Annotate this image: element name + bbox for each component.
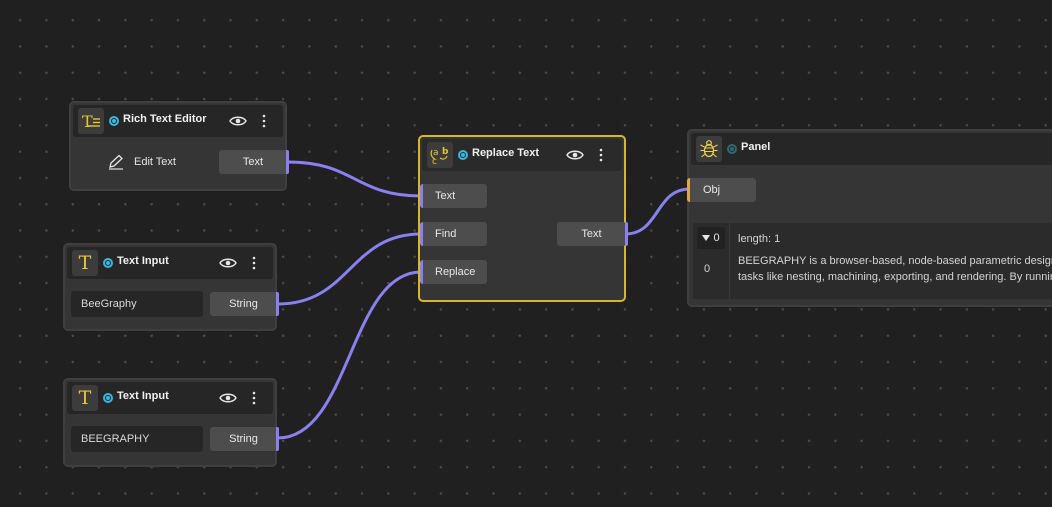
text-output-port[interactable]: Text	[219, 150, 289, 174]
vertical-dots-icon[interactable]	[261, 114, 267, 128]
port-label: Text	[581, 228, 602, 240]
letter-t-icon: T	[72, 250, 98, 276]
length-label: length: 1	[738, 233, 781, 245]
edit-text-label: Edit Text	[134, 156, 176, 168]
port-label: Text	[435, 190, 456, 202]
vertical-dots-icon[interactable]	[251, 391, 257, 405]
vertical-dots-icon[interactable]	[251, 256, 257, 270]
wire-text-input-2-to-replace	[276, 270, 423, 440]
text-input-field[interactable]: BEEGRAPHY	[71, 426, 203, 452]
replace-input-port[interactable]: Replace	[420, 260, 487, 284]
panel-node[interactable]: Panel Obj 0 length: 1 0 BEEGRAPHY is a b…	[687, 129, 1052, 307]
port-label: String	[229, 433, 258, 445]
pencil-icon	[109, 154, 123, 170]
text-input-port[interactable]: Text	[420, 184, 487, 208]
node-header[interactable]: Panel	[691, 133, 1052, 165]
text-input-field[interactable]: BeeGraphy	[71, 291, 203, 317]
bug-icon	[696, 136, 722, 162]
port-label: Text	[242, 156, 264, 168]
output-handle[interactable]	[276, 427, 279, 451]
obj-input-port[interactable]: Obj	[687, 178, 756, 202]
svg-text:T: T	[82, 112, 93, 131]
edit-text-button[interactable]: Edit Text	[107, 153, 176, 171]
text-lines-icon: T	[78, 108, 104, 134]
collapse-toggle[interactable]: 0	[697, 227, 725, 249]
output-handle[interactable]	[625, 222, 628, 246]
node-title: Rich Text Editor	[123, 113, 207, 125]
abc-replace-icon: a b c	[427, 142, 453, 168]
eye-icon[interactable]	[219, 256, 237, 270]
output-handle[interactable]	[286, 150, 289, 174]
wire-rich-text-to-text	[286, 160, 423, 198]
row-index: 0	[704, 263, 711, 275]
caret-down-icon	[702, 235, 711, 241]
output-handle[interactable]	[276, 292, 279, 316]
port-label: String	[229, 298, 258, 310]
status-indicator	[103, 258, 113, 268]
replace-text-node[interactable]: a b c Replace Text Text Find Replace Tex…	[418, 135, 628, 302]
port-label: Replace	[435, 266, 476, 278]
eye-icon[interactable]	[219, 391, 237, 405]
eye-icon[interactable]	[566, 148, 584, 162]
wire-text-input-1-to-find	[276, 232, 423, 306]
collapse-index: 0	[713, 232, 720, 244]
row-text-line-2: tasks like nesting, machining, exporting…	[738, 271, 1052, 283]
status-indicator	[458, 150, 468, 160]
status-indicator	[727, 144, 737, 154]
eye-icon[interactable]	[229, 114, 247, 128]
index-column-divider	[729, 223, 730, 299]
node-header[interactable]: a b c Replace Text	[422, 139, 622, 171]
find-input-port[interactable]: Find	[420, 222, 487, 246]
text-output-port[interactable]: Text	[557, 222, 628, 246]
rich-text-editor-node[interactable]: T Rich Text Editor Edit Text Text	[69, 101, 289, 191]
text-input-node-1[interactable]: T Text Input BeeGraphy String	[63, 243, 279, 331]
node-header[interactable]: T Text Input	[67, 247, 273, 279]
node-title: Panel	[741, 141, 771, 153]
letter-t-icon: T	[72, 385, 98, 411]
svg-text:b: b	[442, 147, 449, 157]
port-label: Obj	[703, 184, 721, 196]
status-indicator	[103, 393, 113, 403]
port-label: Find	[435, 228, 457, 240]
node-title: Text Input	[117, 390, 169, 402]
node-title: Text Input	[117, 255, 169, 267]
wire-text-to-panel-obj	[623, 187, 692, 236]
row-text-line-1: BEEGRAPHY is a browser-based, node-based…	[738, 255, 1052, 267]
string-output-port[interactable]: String	[210, 427, 279, 451]
panel-output-area: 0 length: 1 0 BEEGRAPHY is a browser-bas…	[693, 223, 1052, 299]
string-output-port[interactable]: String	[210, 292, 279, 316]
node-header[interactable]: T Rich Text Editor	[73, 105, 283, 137]
vertical-dots-icon[interactable]	[598, 148, 604, 162]
node-title: Replace Text	[472, 147, 540, 159]
status-indicator	[109, 116, 119, 126]
node-header[interactable]: T Text Input	[67, 382, 273, 414]
text-input-node-2[interactable]: T Text Input BEEGRAPHY String	[63, 378, 279, 467]
